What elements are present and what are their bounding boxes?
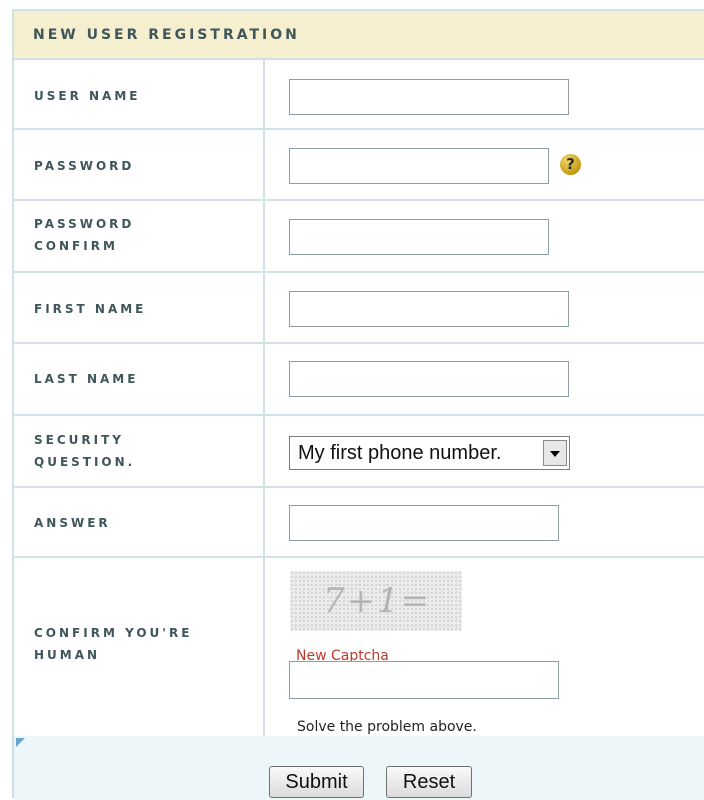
row-answer: ANSWER [14,488,704,558]
security-question-select[interactable]: My first phone number. [289,436,570,470]
password-confirm-input[interactable] [289,219,549,255]
question-mark-icon[interactable]: ? [560,154,581,175]
row-last-name: LAST NAME [14,344,704,416]
captcha-label: CONFIRM YOU'RE HUMAN [34,626,193,662]
row-password-confirm: PASSWORD CONFIRM [14,201,704,273]
form-header: NEW USER REGISTRATION [14,11,704,60]
row-password: PASSWORD [14,130,704,201]
row-first-name: FIRST NAME [14,273,704,344]
reset-button[interactable]: Reset [386,766,472,798]
submit-button[interactable]: Submit [269,766,364,798]
password-label: PASSWORD [34,159,135,173]
last-name-input[interactable] [289,361,569,397]
row-username: USER NAME [14,60,704,130]
registration-form: NEW USER REGISTRATION USER NAME PASSWORD… [12,9,704,800]
form-title: NEW USER REGISTRATION [33,27,300,43]
first-name-label: FIRST NAME [34,302,147,316]
answer-label: ANSWER [34,516,111,530]
captcha-hint: Solve the problem above. [297,719,477,735]
username-label: USER NAME [34,89,141,103]
last-name-label: LAST NAME [34,372,139,386]
captcha-text: 7+1= [323,581,432,621]
answer-input[interactable] [289,505,559,541]
captcha-input[interactable] [289,661,559,699]
captcha-image: 7+1= [290,571,462,631]
security-question-value: My first phone number. [298,442,502,464]
row-security-question: SECURITY QUESTION. My first phone number… [14,416,704,488]
first-name-input[interactable] [289,291,569,327]
security-question-label: SECURITY QUESTION. [34,433,136,469]
username-input[interactable] [289,79,569,115]
form-footer: Submit Reset [14,736,704,800]
corner-triangle-icon [16,738,25,747]
password-confirm-label: PASSWORD CONFIRM [34,217,135,253]
dropdown-arrow-icon[interactable] [543,440,567,466]
password-input[interactable] [289,148,549,184]
